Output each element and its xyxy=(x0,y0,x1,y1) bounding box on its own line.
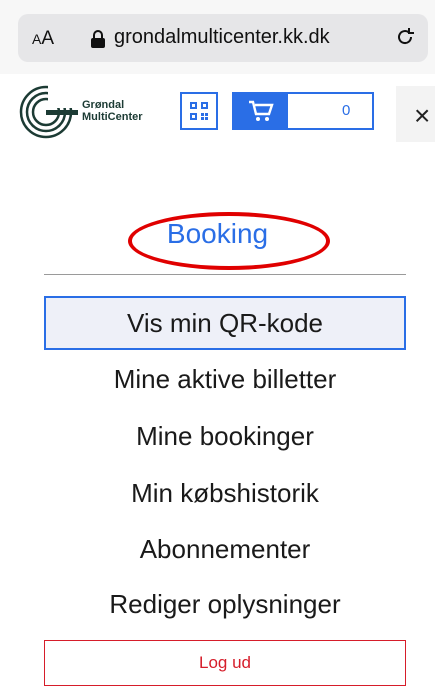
url-text[interactable]: grondalmulticenter.kk.dk xyxy=(114,26,330,49)
close-icon: × xyxy=(414,100,431,131)
reader-text-size-button[interactable]: AA xyxy=(32,28,54,50)
logo-line-1: Grøndal xyxy=(82,99,125,111)
qr-code-icon xyxy=(190,102,208,120)
close-menu-button[interactable]: × xyxy=(396,86,435,142)
logo-mark-icon xyxy=(19,84,78,139)
reload-icon[interactable] xyxy=(394,26,416,48)
menu-item-qr-code[interactable]: Vis min QR-kode xyxy=(44,296,406,350)
logout-button[interactable]: Log ud xyxy=(44,640,406,686)
site-header: Grøndal MultiCenter 0 × xyxy=(0,74,435,174)
cart-button[interactable]: 0 xyxy=(232,92,374,130)
cart-count: 0 xyxy=(342,102,351,119)
menu-item-subscriptions[interactable]: Abonnementer xyxy=(44,534,406,565)
menu-item-active-tickets[interactable]: Mine aktive billetter xyxy=(44,364,406,395)
lock-icon xyxy=(90,30,106,48)
menu-divider xyxy=(44,274,406,275)
menu-item-purchase-history[interactable]: Min købshistorik xyxy=(44,478,406,509)
browser-toolbar: AA grondalmulticenter.kk.dk xyxy=(0,0,435,75)
address-bar[interactable]: AA grondalmulticenter.kk.dk xyxy=(18,14,428,62)
qr-code-button[interactable] xyxy=(180,92,218,130)
cart-icon-box xyxy=(234,94,288,128)
logo-text: Grøndal MultiCenter xyxy=(82,99,143,123)
cart-icon xyxy=(249,100,274,121)
logo-line-2: MultiCenter xyxy=(82,111,143,123)
menu-item-my-bookings[interactable]: Mine bookinger xyxy=(44,421,406,452)
annotation-circle xyxy=(128,212,330,270)
site-logo[interactable]: Grøndal MultiCenter xyxy=(18,84,178,140)
menu-item-edit-info[interactable]: Rediger oplysninger xyxy=(44,589,406,620)
